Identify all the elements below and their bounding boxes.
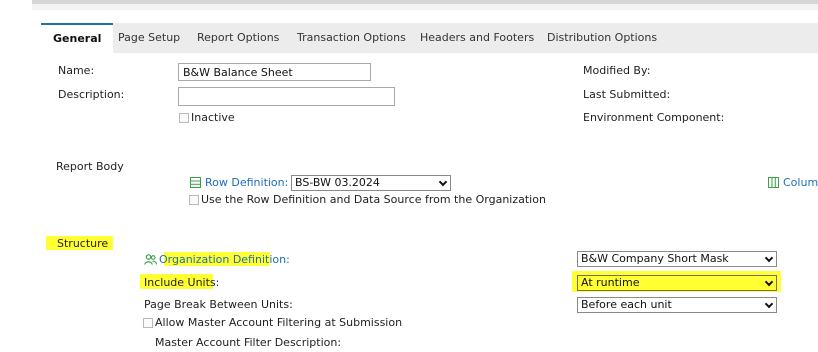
tab-transaction-options[interactable]: Transaction Options — [297, 23, 406, 53]
row-definition-icon — [190, 177, 201, 188]
column-definition-link[interactable]: Colum — [783, 176, 818, 189]
org-definition-select[interactable]: B&W Company Short Mask — [577, 251, 777, 267]
include-units-value: At runtime — [581, 276, 640, 289]
chevron-down-icon — [764, 299, 774, 309]
tab-distribution-options[interactable]: Distribution Options — [547, 23, 657, 53]
last-submitted-label: Last Submitted: — [583, 88, 671, 101]
allow-master-filtering-label: Allow Master Account Filtering at Submis… — [155, 316, 403, 329]
tab-bar: General Page Setup Report Options Transa… — [41, 23, 818, 53]
page-break-value: Before each unit — [581, 298, 672, 311]
structure-label: Structure — [57, 237, 109, 250]
include-units-label: Include Units: — [144, 276, 220, 289]
page-break-label: Page Break Between Units: — [144, 298, 293, 311]
page-break-select[interactable]: Before each unit — [577, 297, 777, 313]
tab-report-options[interactable]: Report Options — [197, 23, 279, 53]
chevron-down-icon — [764, 277, 774, 287]
chevron-down-icon — [764, 253, 774, 263]
include-units-select[interactable]: At runtime — [577, 275, 777, 291]
row-definition-select[interactable]: BS-BW 03.2024 — [291, 175, 451, 191]
org-definition-icon — [144, 254, 157, 265]
tab-headers-and-footers[interactable]: Headers and Footers — [420, 23, 534, 53]
report-body-label: Report Body — [56, 160, 124, 173]
name-input[interactable]: B&W Balance Sheet — [178, 63, 371, 81]
description-input[interactable] — [178, 87, 395, 106]
top-bar-line — [32, 0, 818, 4]
use-row-definition-checkbox[interactable] — [189, 195, 199, 205]
master-filter-description-label: Master Account Filter Description: — [155, 336, 342, 349]
chevron-down-icon — [438, 177, 448, 187]
org-definition-link[interactable]: Organization Definition: — [159, 253, 290, 266]
description-label: Description: — [58, 88, 125, 101]
allow-master-filtering-checkbox[interactable] — [143, 318, 153, 328]
inactive-checkbox[interactable] — [179, 113, 189, 123]
name-label: Name: — [58, 64, 95, 77]
column-definition-icon — [768, 177, 779, 188]
org-definition-value: B&W Company Short Mask — [581, 252, 729, 265]
use-row-definition-label: Use the Row Definition and Data Source f… — [201, 193, 546, 206]
inactive-label: Inactive — [191, 111, 235, 124]
row-definition-value: BS-BW 03.2024 — [295, 176, 380, 189]
environment-component-label: Environment Component: — [583, 111, 725, 124]
tab-page-setup[interactable]: Page Setup — [118, 23, 180, 53]
row-definition-link[interactable]: Row Definition: — [205, 176, 288, 189]
modified-by-label: Modified By: — [583, 64, 651, 77]
left-strip — [0, 0, 32, 352]
tab-general[interactable]: General — [41, 23, 114, 53]
